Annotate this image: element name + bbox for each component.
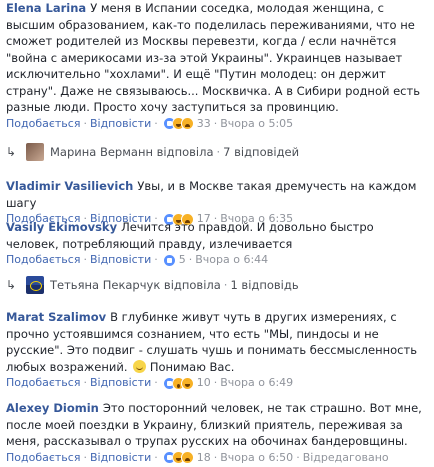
comment: Alexey Diomin Это посторонний человек, не… — [6, 400, 430, 466]
timestamp[interactable]: Вчора о 6:44 — [195, 252, 268, 268]
reply-thread-author[interactable]: Марина Верманн відповіла — [50, 145, 214, 159]
reactions-summary[interactable]: 18 — [162, 450, 211, 466]
comment-body: Marat Szalimov В глубинке живут чуть в др… — [6, 309, 430, 375]
comment-author[interactable]: Alexey Diomin — [6, 401, 99, 415]
avatar — [26, 276, 44, 294]
reaction-count: 33 — [196, 116, 211, 130]
comment-author[interactable]: Vasily Ekimovsky — [6, 220, 117, 234]
reactions-summary[interactable]: 10 — [162, 375, 211, 391]
comment-body: Vladimir Vasilievich Увы, и в Москве така… — [6, 178, 430, 211]
reply-arrow-icon: ↳ — [6, 278, 17, 292]
comment-author[interactable]: Elena Larina — [6, 1, 86, 15]
separator: · — [213, 376, 218, 389]
separator: · — [83, 376, 87, 389]
comment-body: Vasily Ekimovsky Лечится это правдой. И д… — [6, 219, 430, 252]
comment-feed: Elena Larina У меня в Испании соседка, мо… — [0, 0, 434, 467]
separator: · — [213, 116, 218, 130]
sad-reaction-icon — [180, 451, 194, 464]
reply-thread-author[interactable]: Тетьяна Пекарчук відповіла — [50, 278, 221, 292]
reactions-summary[interactable]: 33 — [162, 116, 211, 132]
comment: Marat Szalimov В глубинке живут чуть в др… — [6, 309, 430, 391]
timestamp[interactable]: Вчора о 6:49 — [220, 375, 293, 391]
reactions-summary[interactable]: 5 — [162, 252, 186, 268]
reply-link[interactable]: Відповісти — [90, 375, 151, 391]
edited-label[interactable]: Відредаговано — [303, 450, 389, 466]
like-link[interactable]: Подобається — [6, 252, 80, 268]
reaction-count: 10 — [196, 376, 211, 389]
reply-thread-count[interactable]: 7 відповідей — [223, 145, 299, 159]
like-reaction-icon — [162, 253, 176, 267]
reply-thread-link[interactable]: ↳ Тетьяна Пекарчук відповіла · 1 відпові… — [6, 276, 430, 294]
comment-body: Alexey Diomin Это посторонний человек, не… — [6, 400, 430, 450]
separator: · — [83, 450, 87, 464]
separator: · — [223, 278, 228, 292]
comment-actions: Подобається · Відповісти · 33 · Вчора о … — [6, 116, 430, 132]
like-link[interactable]: Подобається — [6, 375, 80, 391]
separator: · — [154, 253, 158, 266]
comment-actions: Подобається · Відповісти · 5 · Вчора о 6… — [6, 252, 430, 268]
comment-body: Elena Larina У меня в Испании соседка, мо… — [6, 0, 430, 116]
reaction-count: 5 — [178, 253, 186, 266]
comment-actions: Подобається · Відповісти · 10 · Вчора о … — [6, 375, 430, 391]
sad-reaction-icon — [180, 117, 194, 130]
avatar — [26, 143, 44, 161]
separator: · — [154, 450, 158, 464]
comment-actions: Подобається · Відповісти · 18 · Вчора о … — [6, 450, 430, 466]
comment-text: У меня в Испании соседка, молодая женщин… — [6, 1, 420, 114]
reply-link[interactable]: Відповісти — [90, 450, 151, 466]
comment: Elena Larina У меня в Испании соседка, мо… — [6, 0, 430, 132]
reaction-count: 18 — [196, 450, 211, 464]
reply-thread-count[interactable]: 1 відповідь — [230, 278, 298, 292]
like-link[interactable]: Подобається — [6, 450, 80, 466]
separator: · — [216, 145, 221, 159]
separator: · — [154, 116, 158, 130]
separator: · — [83, 116, 87, 130]
separator: · — [296, 450, 300, 464]
reply-thread-link[interactable]: ↳ Марина Верманн відповіла · 7 відповіде… — [6, 143, 430, 161]
separator: · — [188, 253, 193, 266]
comment-author[interactable]: Marat Szalimov — [6, 310, 106, 324]
haha-reaction-icon — [180, 376, 194, 390]
reply-link[interactable]: Відповісти — [90, 116, 151, 132]
separator: · — [83, 253, 87, 266]
timestamp[interactable]: Вчора о 6:50 — [220, 450, 293, 466]
timestamp[interactable]: Вчора о 5:05 — [220, 116, 293, 132]
reply-link[interactable]: Відповісти — [90, 252, 151, 268]
comment-author[interactable]: Vladimir Vasilievich — [6, 179, 133, 193]
separator: · — [213, 450, 218, 464]
comment: Vasily Ekimovsky Лечится это правдой. И д… — [6, 219, 430, 268]
like-link[interactable]: Подобається — [6, 116, 80, 132]
smile-emoji-icon — [133, 359, 147, 373]
reply-arrow-icon: ↳ — [6, 145, 17, 159]
separator: · — [154, 376, 158, 389]
comment-text-end: Понимаю Вас. — [149, 359, 235, 374]
